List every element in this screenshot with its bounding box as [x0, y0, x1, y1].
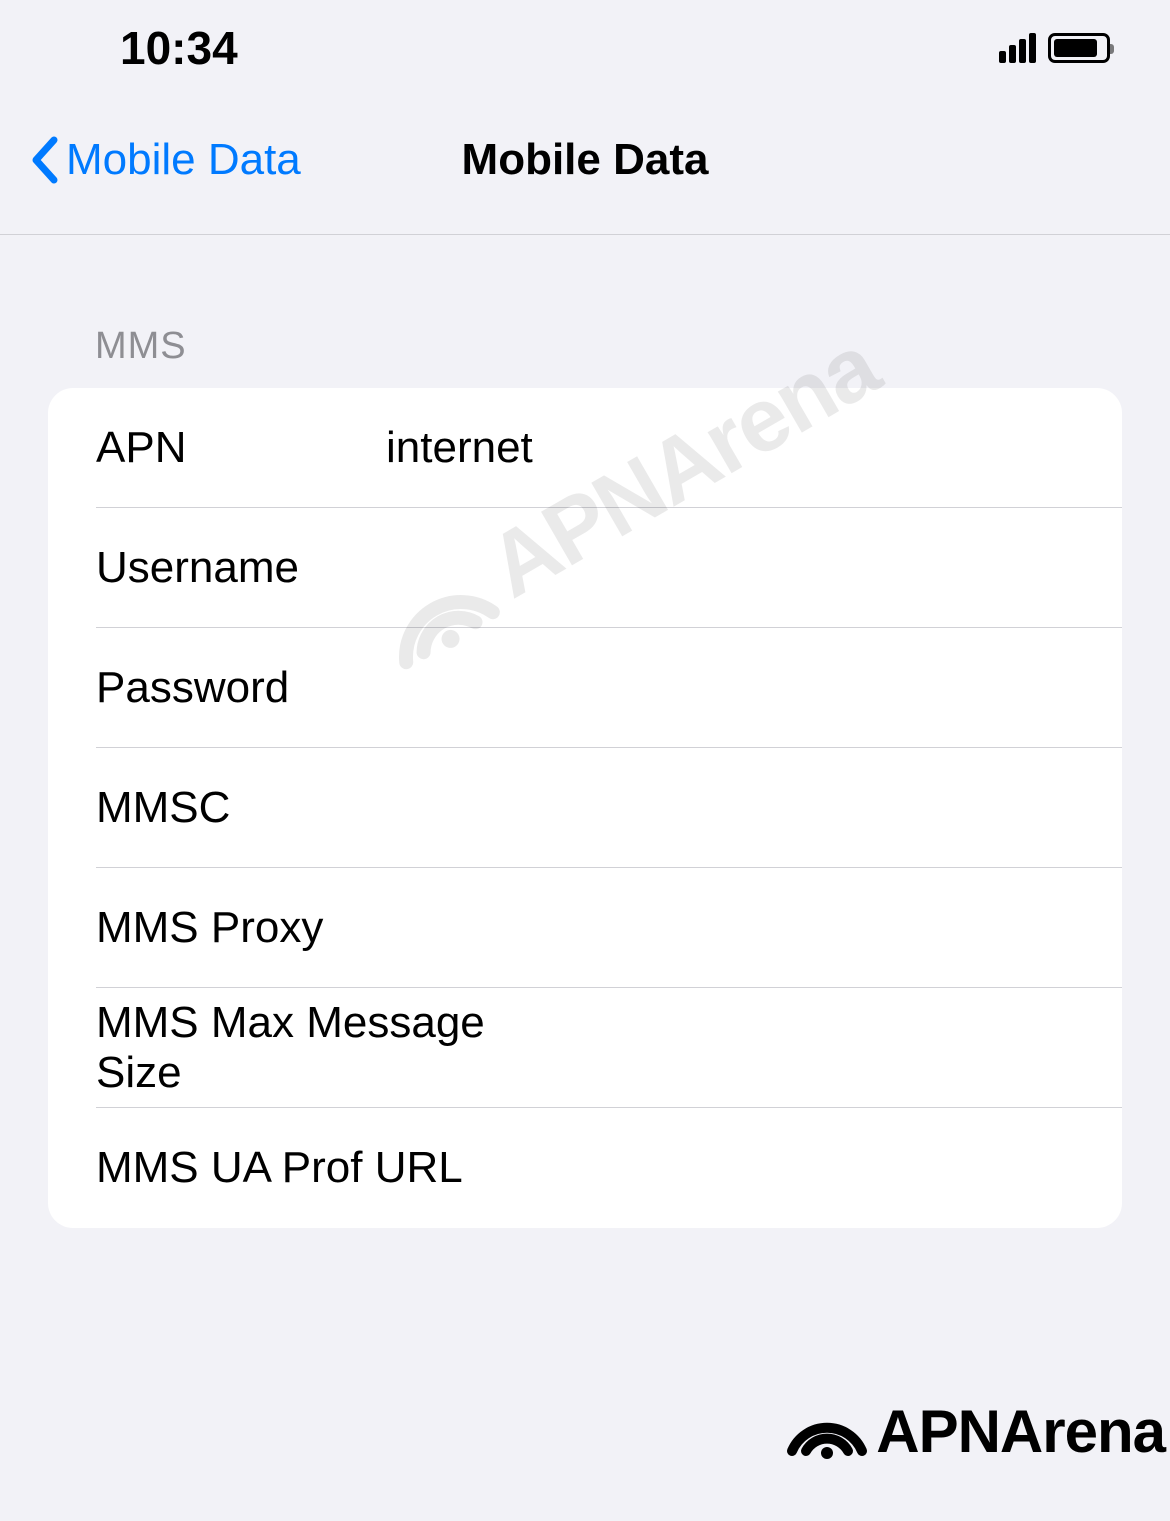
mms-max-size-field[interactable]: [499, 1023, 1122, 1073]
row-password[interactable]: Password: [48, 628, 1122, 748]
wifi-icon: [782, 1396, 872, 1466]
password-field[interactable]: [386, 663, 1122, 713]
row-username[interactable]: Username: [48, 508, 1122, 628]
cellular-signal-icon: [999, 33, 1036, 63]
battery-icon: [1048, 33, 1110, 63]
status-time: 10:34: [120, 21, 238, 75]
mmsc-field[interactable]: [386, 783, 1122, 833]
section-header-mms: MMS: [0, 235, 1170, 388]
mms-max-size-label: MMS Max Message Size: [96, 998, 499, 1098]
apn-field[interactable]: [386, 423, 1122, 473]
chevron-left-icon: [30, 136, 58, 184]
row-mms-max-message-size[interactable]: MMS Max Message Size: [48, 988, 1122, 1108]
watermark-text: APNArena: [876, 1397, 1165, 1466]
password-label: Password: [96, 663, 386, 713]
back-label: Mobile Data: [66, 135, 301, 185]
mms-proxy-field[interactable]: [386, 903, 1122, 953]
mmsc-label: MMSC: [96, 783, 386, 833]
mms-ua-prof-field[interactable]: [463, 1143, 1122, 1193]
watermark-logo: APNArena: [782, 1396, 1165, 1466]
mms-proxy-label: MMS Proxy: [96, 903, 386, 953]
row-mms-ua-prof-url[interactable]: MMS UA Prof URL: [48, 1108, 1122, 1228]
navigation-bar: Mobile Data Mobile Data: [0, 95, 1170, 235]
username-label: Username: [96, 543, 386, 593]
status-icons: [999, 33, 1110, 63]
username-field[interactable]: [386, 543, 1122, 593]
row-apn[interactable]: APN: [48, 388, 1122, 508]
mms-ua-prof-label: MMS UA Prof URL: [96, 1143, 463, 1193]
apn-label: APN: [96, 423, 386, 473]
status-bar: 10:34: [0, 0, 1170, 95]
settings-group-mms: APN Username Password MMSC MMS Proxy MMS…: [48, 388, 1122, 1228]
page-title: Mobile Data: [462, 135, 709, 185]
back-button[interactable]: Mobile Data: [30, 135, 301, 185]
row-mmsc[interactable]: MMSC: [48, 748, 1122, 868]
row-mms-proxy[interactable]: MMS Proxy: [48, 868, 1122, 988]
